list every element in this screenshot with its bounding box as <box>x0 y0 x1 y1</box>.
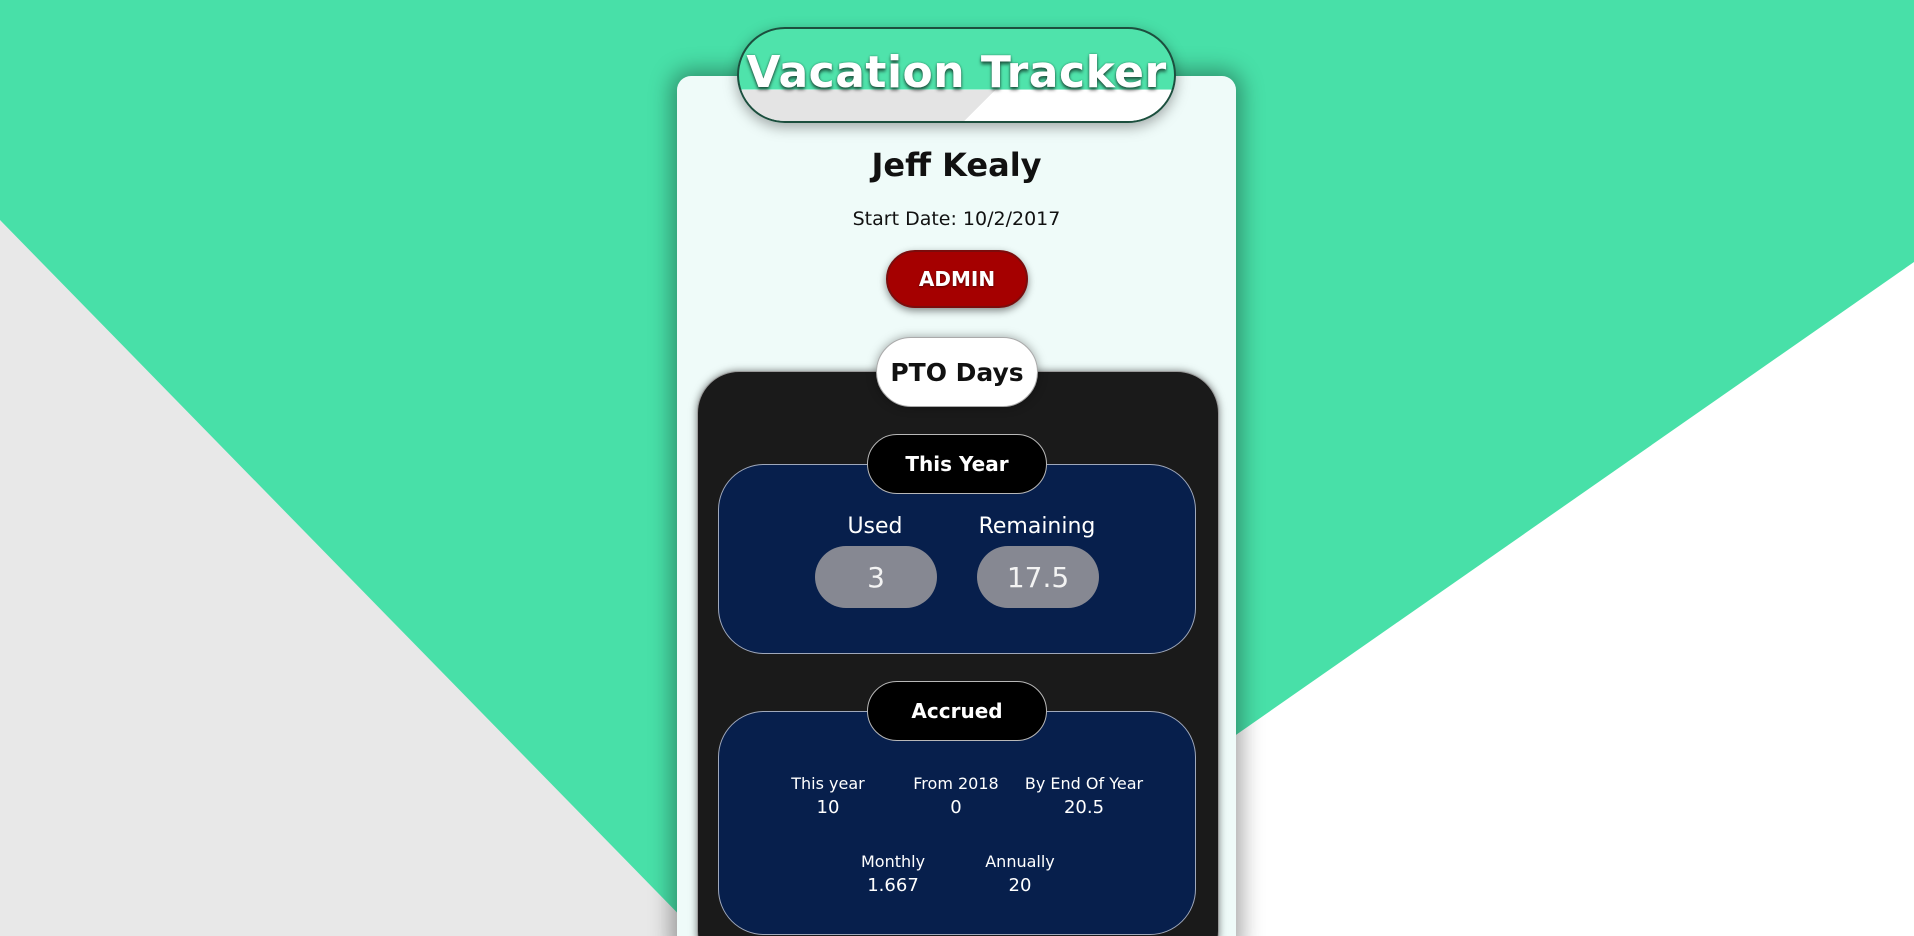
accrued-item-value: 1.667 <box>867 875 919 896</box>
accrued-item-label: Annually <box>985 852 1055 871</box>
accrued-item-label: By End Of Year <box>1024 774 1144 793</box>
remaining-label: Remaining <box>978 514 1096 539</box>
accrued-item-value: 20.5 <box>1063 797 1105 818</box>
pto-heading: PTO Days <box>876 337 1038 407</box>
accrued-item-this-year: This year 10 <box>768 774 888 820</box>
accrued-item-label: This year <box>791 774 865 793</box>
app-title: Vacation Tracker <box>746 47 1167 98</box>
accrued-item-monthly: Monthly 1.667 <box>833 852 953 898</box>
used-label: Used <box>847 514 903 539</box>
accrued-item-by-end-of-year: By End Of Year 20.5 <box>1014 774 1154 820</box>
admin-button[interactable]: ADMIN <box>886 250 1028 308</box>
accrued-item-annually: Annually 20 <box>960 852 1080 898</box>
user-name: Jeff Kealy <box>871 146 1042 184</box>
accrued-item-value: 20 <box>1008 875 1032 896</box>
start-date: Start Date: 10/2/2017 <box>852 208 1061 230</box>
this-year-heading: This Year <box>867 434 1047 494</box>
app-title-banner: Vacation Tracker <box>737 27 1176 123</box>
accrued-item-from-2018: From 2018 0 <box>896 774 1016 820</box>
accrued-item-value: 10 <box>816 797 840 818</box>
used-value: 3 <box>815 546 937 608</box>
accrued-item-value: 0 <box>950 797 962 818</box>
remaining-value: 17.5 <box>977 546 1099 608</box>
accrued-item-label: Monthly <box>860 852 926 871</box>
accrued-section <box>718 711 1196 935</box>
accrued-item-label: From 2018 <box>913 774 999 793</box>
accrued-heading: Accrued <box>867 681 1047 741</box>
